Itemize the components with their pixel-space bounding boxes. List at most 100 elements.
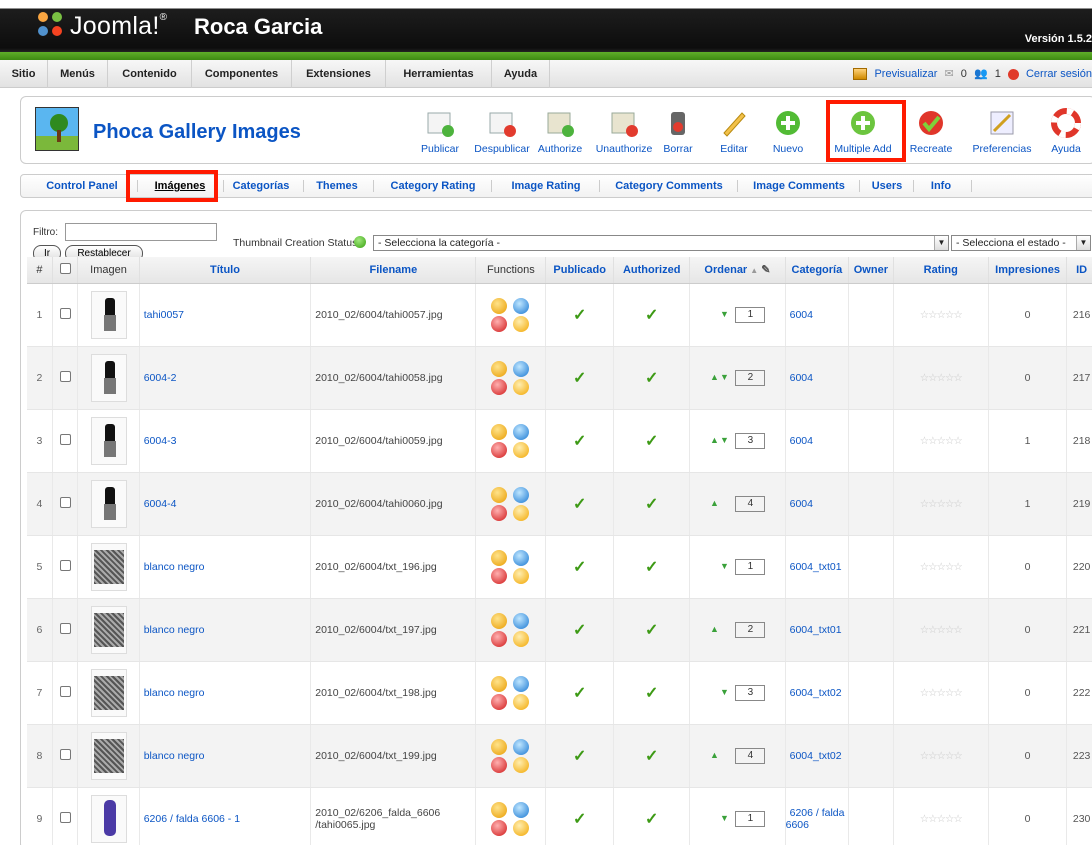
tab-users[interactable]: Users: [867, 175, 907, 197]
col-title[interactable]: Título: [139, 257, 312, 284]
authorized-check-icon[interactable]: ✓: [645, 559, 658, 576]
category-link[interactable]: 6004: [786, 435, 813, 447]
menu-componentes[interactable]: Componentes: [192, 60, 292, 88]
row-select-cell[interactable]: [52, 598, 79, 662]
row-select-cell[interactable]: [52, 724, 79, 788]
authorize-button[interactable]: Authorize: [525, 107, 595, 155]
row-select-cell[interactable]: [52, 535, 79, 599]
refresh-thumb-icon[interactable]: [490, 738, 507, 755]
recreate-icon[interactable]: [490, 630, 507, 647]
rotate-icon[interactable]: [512, 738, 529, 755]
row-checkbox[interactable]: [59, 559, 71, 571]
authorized-check-icon[interactable]: ✓: [645, 370, 658, 387]
rotate-icon[interactable]: [512, 486, 529, 503]
recreate-icon[interactable]: [490, 504, 507, 521]
menu-menus[interactable]: Menús: [48, 60, 108, 88]
preview-link[interactable]: Previsualizar: [874, 68, 937, 80]
recreate-icon[interactable]: [490, 693, 507, 710]
preferences-button[interactable]: Preferencias: [967, 107, 1037, 155]
order-input[interactable]: 2: [735, 369, 766, 386]
image-thumbnail[interactable]: [90, 794, 127, 843]
authorized-check-icon[interactable]: ✓: [645, 622, 658, 639]
row-select-cell[interactable]: [52, 409, 79, 473]
refresh-thumb-icon[interactable]: [490, 801, 507, 818]
refresh-thumb-icon[interactable]: [490, 612, 507, 629]
move-up-icon[interactable]: ▲: [709, 750, 719, 760]
image-title-link[interactable]: blanco negro: [140, 561, 205, 573]
image-thumbnail[interactable]: [90, 479, 127, 528]
authorized-check-icon[interactable]: ✓: [645, 433, 658, 450]
image-thumbnail[interactable]: [90, 668, 127, 717]
menu-herramientas[interactable]: Herramientas: [386, 60, 492, 88]
deleteimage-icon[interactable]: [512, 693, 529, 710]
move-down-icon[interactable]: ▼: [719, 435, 729, 445]
col-filename[interactable]: Filename: [310, 257, 477, 284]
refresh-thumb-icon[interactable]: [490, 423, 507, 440]
image-title-link[interactable]: 6004-2: [140, 372, 177, 384]
col-rating[interactable]: Rating: [893, 257, 989, 284]
authorized-check-icon[interactable]: ✓: [645, 748, 658, 765]
col-id[interactable]: ID: [1066, 257, 1092, 284]
image-title-link[interactable]: 6004-3: [140, 435, 177, 447]
recreate-icon[interactable]: [490, 315, 507, 332]
rotate-icon[interactable]: [512, 612, 529, 629]
published-check-icon[interactable]: ✓: [573, 370, 586, 387]
row-select-cell[interactable]: [52, 661, 79, 725]
refresh-thumb-icon[interactable]: [490, 297, 507, 314]
move-down-icon[interactable]: ▼: [719, 687, 729, 697]
published-check-icon[interactable]: ✓: [573, 433, 586, 450]
order-input[interactable]: 4: [735, 747, 766, 764]
users-count[interactable]: 1: [995, 68, 1001, 80]
messages-count[interactable]: 0: [961, 68, 967, 80]
state-select[interactable]: - Selecciona el estado - ▼: [951, 235, 1091, 251]
tab-themes[interactable]: Themes: [309, 175, 365, 197]
recreate-icon[interactable]: [490, 819, 507, 836]
authorized-check-icon[interactable]: ✓: [645, 685, 658, 702]
row-checkbox[interactable]: [59, 622, 71, 634]
edit-button[interactable]: Editar: [711, 107, 757, 155]
move-down-icon[interactable]: ▼: [719, 813, 729, 823]
category-link[interactable]: 6004: [786, 498, 813, 510]
row-select-cell[interactable]: [52, 283, 79, 347]
row-select-cell[interactable]: [52, 472, 79, 536]
col-impressions[interactable]: Impresiones: [988, 257, 1068, 284]
col-published[interactable]: Publicado: [545, 257, 615, 284]
menu-extensiones[interactable]: Extensiones: [292, 60, 386, 88]
authorized-check-icon[interactable]: ✓: [645, 811, 658, 828]
image-thumbnail[interactable]: [90, 605, 127, 654]
category-select[interactable]: - Selecciona la categoría - ▼: [373, 235, 949, 251]
category-link[interactable]: 6004: [786, 372, 813, 384]
image-title-link[interactable]: blanco negro: [140, 624, 205, 636]
row-checkbox[interactable]: [59, 433, 71, 445]
image-title-link[interactable]: tahi0057: [140, 309, 184, 321]
refresh-thumb-icon[interactable]: [490, 675, 507, 692]
row-checkbox[interactable]: [59, 685, 71, 697]
col-order[interactable]: Ordenar ▲ ✎: [689, 257, 786, 284]
published-check-icon[interactable]: ✓: [573, 811, 586, 828]
row-checkbox[interactable]: [59, 496, 71, 508]
recreate-icon[interactable]: [490, 756, 507, 773]
published-check-icon[interactable]: ✓: [573, 685, 586, 702]
deleteimage-icon[interactable]: [512, 315, 529, 332]
logout-link[interactable]: Cerrar sesión: [1026, 68, 1092, 80]
category-link[interactable]: 6004_txt01: [786, 561, 842, 573]
image-title-link[interactable]: blanco negro: [140, 687, 205, 699]
order-input[interactable]: 2: [735, 621, 766, 638]
col-select-all[interactable]: [52, 257, 79, 284]
order-input[interactable]: 3: [735, 432, 766, 449]
tab-control-panel[interactable]: Control Panel: [39, 175, 125, 197]
move-up-icon[interactable]: ▲: [709, 498, 719, 508]
move-up-icon[interactable]: ▲: [709, 435, 719, 445]
move-down-icon[interactable]: ▼: [719, 309, 729, 319]
publish-button[interactable]: Publicar: [405, 107, 475, 155]
tab-categories[interactable]: Categorías: [227, 175, 295, 197]
published-check-icon[interactable]: ✓: [573, 496, 586, 513]
image-title-link[interactable]: 6004-4: [140, 498, 177, 510]
rotate-icon[interactable]: [512, 297, 529, 314]
rotate-icon[interactable]: [512, 675, 529, 692]
category-link[interactable]: 6004: [786, 309, 813, 321]
rotate-icon[interactable]: [512, 549, 529, 566]
select-all-checkbox[interactable]: [59, 262, 71, 274]
help-button[interactable]: Ayuda: [1043, 107, 1089, 155]
tab-info[interactable]: Info: [921, 175, 961, 197]
